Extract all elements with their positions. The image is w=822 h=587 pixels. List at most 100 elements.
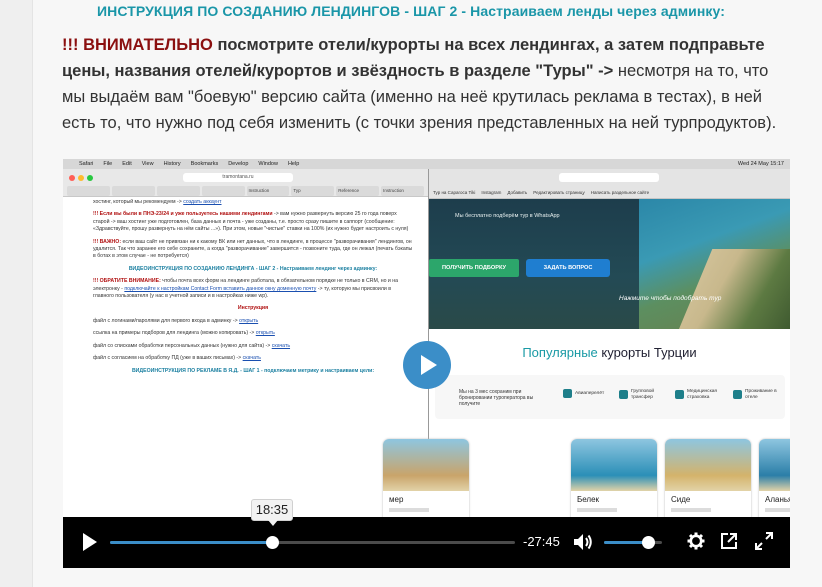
left-url-bar: tramontana.ru xyxy=(183,173,293,182)
right-browser-chrome: Тур на Сарагоса Tiki Instagram Добавить … xyxy=(429,169,790,199)
menubar-item: Help xyxy=(287,161,300,167)
menubar-item: Safari xyxy=(79,161,94,167)
resort-subtitle-line xyxy=(765,508,790,512)
hero-handwritten-note: Нажмите чтобы подобрать тур xyxy=(619,295,722,302)
resort-subtitle-line xyxy=(389,508,429,512)
resort-name: Белек xyxy=(577,495,600,504)
play-icon[interactable] xyxy=(83,533,97,551)
right-url-bar xyxy=(559,173,659,182)
progress-handle[interactable] xyxy=(266,536,279,549)
intro-warning: !!! ВНИМАТЕЛЬНО xyxy=(62,36,213,54)
doc-red-text: !!! ВАЖНО: xyxy=(93,238,122,245)
bus-icon xyxy=(619,390,628,400)
hero-text: Мы бесплатно подберём тур в WhatsApp xyxy=(455,213,560,219)
menubar-item: File xyxy=(103,161,113,167)
ask-question-button[interactable]: ЗАДАТЬ ВОПРОС xyxy=(526,259,610,277)
feature-transfer: Групповой трансфер xyxy=(619,389,665,400)
feature-label: Авиаперелёт xyxy=(575,390,605,396)
share-external-icon[interactable] xyxy=(720,532,738,550)
resort-name: мер xyxy=(389,495,404,504)
video-player[interactable]: Safari File Edit View History Bookmarks … xyxy=(63,159,790,568)
tab xyxy=(67,186,110,196)
doc-link: подключайте к настройкам Contact Form вс… xyxy=(124,285,317,292)
feature-insurance: Медицинская страховка xyxy=(675,389,727,400)
bookmark: Instagram xyxy=(481,190,502,195)
menubar-item: Develop xyxy=(228,161,249,167)
left-browser-window: tramontana.ru Instruction Тур Reference … xyxy=(63,169,429,529)
window-controls xyxy=(69,175,93,181)
get-selection-button[interactable]: ПОЛУЧИТЬ ПОДБОРКУ xyxy=(429,259,519,277)
feature-label: Медицинская страховка xyxy=(687,389,718,400)
bookmark: Редактировать страницу xyxy=(533,190,585,195)
tab: Тур xyxy=(291,186,335,196)
doc-link: открыть xyxy=(239,317,259,324)
tab: Instruction xyxy=(381,186,424,196)
resort-card[interactable]: Аланья xyxy=(759,439,790,529)
doc-text: файл со списками обработки персональных … xyxy=(93,342,271,349)
volume-handle[interactable] xyxy=(641,536,655,549)
time-tooltip: 18:35 xyxy=(251,499,293,526)
resort-card[interactable]: мер xyxy=(383,439,469,529)
doc-red-text: !!! ОБРАТИТЕ ВНИМАНИЕ: xyxy=(93,278,161,285)
resort-name: Сиде xyxy=(671,495,691,504)
settings-gear-icon[interactable] xyxy=(687,532,705,550)
left-document: хостинг, который мы рекомендуем -> созда… xyxy=(93,199,413,524)
feature-flight: Авиаперелёт xyxy=(563,389,604,398)
tab xyxy=(156,186,200,196)
shield-icon xyxy=(675,390,684,400)
bookmark: Написать раздельное сайте xyxy=(590,190,650,195)
left-browser-chrome: tramontana.ru Instruction Тур Reference … xyxy=(63,169,428,197)
resort-image xyxy=(571,439,657,491)
menubar-clock: Wed 24 May 15:17 xyxy=(737,161,784,167)
feature-label: Проживание в отеле xyxy=(745,389,777,400)
doc-instr-title: Инструкция xyxy=(237,305,269,312)
mac-menubar: Safari File Edit View History Bookmarks … xyxy=(63,159,790,169)
page-heading: ИНСТРУКЦИЯ ПО СОЗДАНИЮ ЛЕНДИНГОВ - ШАГ 2… xyxy=(96,3,725,19)
close-dot-icon xyxy=(69,175,75,181)
features-strip: Мы на 3 мес сохраним при бронировании ту… xyxy=(435,375,785,419)
resort-image xyxy=(383,439,469,491)
player-controls: -27:45 xyxy=(63,517,790,568)
tab: Instruction xyxy=(246,186,290,196)
volume-icon[interactable] xyxy=(573,533,593,551)
minimize-dot-icon xyxy=(78,175,84,181)
menubar-item: View xyxy=(141,161,154,167)
resort-subtitle-line xyxy=(671,508,711,512)
menubar-item: Edit xyxy=(122,161,132,167)
features-lead: Мы на 3 мес сохраним при бронировании ту… xyxy=(459,389,534,407)
landing-hero: Мы бесплатно подберём тур в WhatsApp ПОЛ… xyxy=(429,199,790,329)
hotel-icon xyxy=(733,390,742,400)
progress-bar[interactable] xyxy=(110,536,515,549)
tab xyxy=(201,186,245,196)
popular-highlight: Популярные xyxy=(522,345,598,360)
menubar-item: Bookmarks xyxy=(190,161,219,167)
bookmarks-bar: Тур на Сарагоса Tiki Instagram Добавить … xyxy=(433,188,786,198)
doc-link: открыть xyxy=(255,330,275,337)
volume-slider[interactable] xyxy=(604,536,662,549)
doc-link: создать аккаунт xyxy=(183,199,222,205)
resort-image xyxy=(665,439,751,491)
resort-subtitle-line xyxy=(577,508,617,512)
progress-fill xyxy=(110,541,272,544)
resort-cards: мер Белек Сиде Аланья xyxy=(383,439,790,529)
plane-icon xyxy=(563,389,572,398)
feature-label: Групповой трансфер xyxy=(631,389,655,400)
resort-card[interactable]: Белек xyxy=(571,439,657,529)
bookmark: Тур на Сарагоса Tiki xyxy=(433,190,476,195)
left-tabs: Instruction Тур Reference Instruction xyxy=(67,186,424,196)
doc-video-title: ВИДЕОИНСТРУКЦИЯ ПО СОЗДАНИЮ ЛЕНДИНГА - Ш… xyxy=(128,265,378,272)
intro-paragraph: !!! ВНИМАТЕЛЬНО посмотрите отели/курорты… xyxy=(62,32,782,136)
popular-resorts-title: Популярные курорты Турции xyxy=(429,345,790,360)
resort-card[interactable]: Сиде xyxy=(665,439,751,529)
fullscreen-icon[interactable] xyxy=(755,532,773,550)
doc-text: файл с согласием на обработку ПД (уже в … xyxy=(93,355,242,362)
zoom-dot-icon xyxy=(87,175,93,181)
doc-link: скачать xyxy=(271,342,291,349)
doc-link: скачать xyxy=(242,355,261,362)
big-play-button[interactable] xyxy=(403,341,451,389)
tab xyxy=(111,186,155,196)
doc-text: файл с логинами/паролями для первого вхо… xyxy=(93,317,238,324)
doc-text: если ваш сайт не привязан ни к какому ВК… xyxy=(93,238,413,260)
menubar-item: History xyxy=(163,161,181,167)
popular-rest: курорты Турции xyxy=(597,345,697,360)
